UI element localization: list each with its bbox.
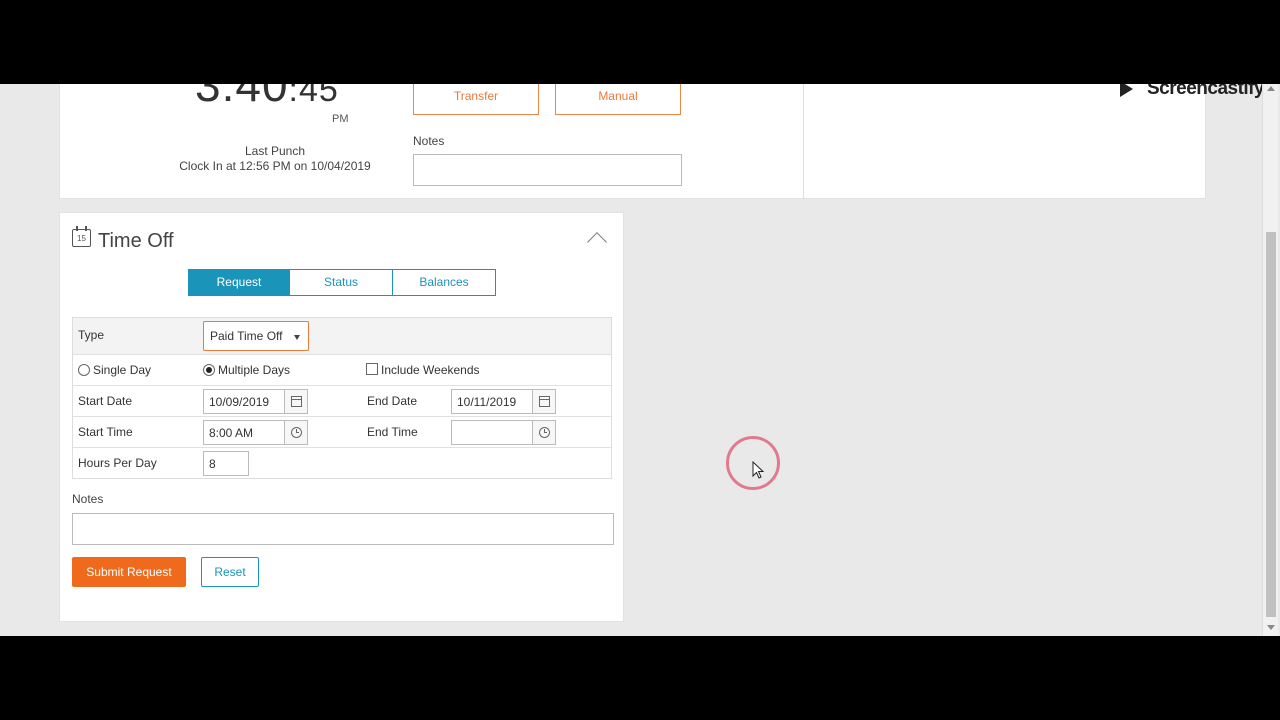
card-divider xyxy=(803,84,804,199)
mouse-cursor-icon xyxy=(752,461,765,479)
tab-status[interactable]: Status xyxy=(290,269,393,296)
hours-per-day-input[interactable]: 8 xyxy=(203,451,249,476)
time-off-card: 15 Time Off Request Status Balances Type… xyxy=(59,212,624,622)
end-time-picker-button[interactable] xyxy=(532,420,556,445)
transfer-button[interactable]: Transfer xyxy=(413,84,539,115)
single-day-label[interactable]: Single Day xyxy=(93,363,151,377)
collapse-chevron-icon[interactable] xyxy=(587,232,607,252)
single-day-radio[interactable] xyxy=(78,364,90,376)
last-punch-label: Last Punch xyxy=(244,144,306,158)
scroll-thumb[interactable] xyxy=(1266,232,1276,617)
end-date-picker-button[interactable] xyxy=(532,389,556,414)
current-time: 3:40:45 xyxy=(195,84,339,111)
calendar-icon xyxy=(539,396,550,407)
end-time-label: End Time xyxy=(367,425,418,439)
day-mode-row: Single Day Multiple Days Include Weekend… xyxy=(73,354,611,385)
time-off-title: Time Off xyxy=(98,230,174,252)
start-date-input[interactable]: 10/09/2019 xyxy=(203,389,285,414)
time-row: Start Time 8:00 AM End Time xyxy=(73,416,611,447)
page-viewport: 3:40:45 PM Last Punch Clock In at 12:56 … xyxy=(0,84,1280,636)
clock-icon xyxy=(539,427,550,438)
start-date-picker-button[interactable] xyxy=(284,389,308,414)
type-label: Type xyxy=(78,328,105,342)
submit-request-button[interactable]: Submit Request xyxy=(72,557,186,587)
scroll-down-arrow-icon[interactable] xyxy=(1267,625,1275,630)
end-date-input[interactable]: 10/11/2019 xyxy=(451,389,533,414)
scroll-up-arrow-icon[interactable] xyxy=(1267,86,1275,91)
punch-notes-input[interactable] xyxy=(413,154,682,186)
start-time-label: Start Time xyxy=(78,425,133,439)
multiple-days-label[interactable]: Multiple Days xyxy=(218,363,290,377)
tab-balances[interactable]: Balances xyxy=(393,269,496,296)
calendar-icon xyxy=(291,396,302,407)
include-weekends-label[interactable]: Include Weekends xyxy=(381,363,480,377)
punch-card: 3:40:45 PM Last Punch Clock In at 12:56 … xyxy=(59,84,1206,199)
reset-button[interactable]: Reset xyxy=(201,557,259,587)
play-icon xyxy=(1120,84,1133,97)
calendar-icon: 15 xyxy=(72,226,91,247)
page-scrollbar[interactable] xyxy=(1262,84,1278,636)
caret-down-icon xyxy=(294,335,300,340)
hours-row: Hours Per Day 8 xyxy=(73,447,611,478)
clock-icon xyxy=(291,427,302,438)
last-punch-info: Last Punch Clock In at 12:56 PM on 10/04… xyxy=(170,144,380,174)
type-row: Type Paid Time Off xyxy=(73,318,611,354)
end-date-label: End Date xyxy=(367,394,418,408)
punch-notes-label: Notes xyxy=(413,134,445,148)
time-off-tabs: Request Status Balances xyxy=(188,269,496,296)
last-punch-detail: Clock In at 12:56 PM on 10/04/2019 xyxy=(179,159,371,173)
end-time-input[interactable] xyxy=(451,420,533,445)
include-weekends-checkbox[interactable] xyxy=(366,363,378,375)
manual-button[interactable]: Manual xyxy=(555,84,681,115)
tab-request[interactable]: Request xyxy=(188,269,290,296)
request-form: Type Paid Time Off Single Day Multiple D… xyxy=(72,317,612,479)
hours-per-day-label: Hours Per Day xyxy=(78,456,157,470)
multiple-days-radio[interactable] xyxy=(203,364,215,376)
type-select[interactable]: Paid Time Off xyxy=(203,321,309,351)
start-date-label: Start Date xyxy=(78,394,133,408)
current-time-ampm: PM xyxy=(332,113,349,125)
request-notes-input[interactable] xyxy=(72,513,614,545)
start-time-input[interactable]: 8:00 AM xyxy=(203,420,285,445)
request-notes-label: Notes xyxy=(72,492,104,506)
start-time-picker-button[interactable] xyxy=(284,420,308,445)
screencastify-watermark: Screencastify xyxy=(1120,84,1265,100)
date-row: Start Date 10/09/2019 End Date 10/11/201… xyxy=(73,385,611,416)
